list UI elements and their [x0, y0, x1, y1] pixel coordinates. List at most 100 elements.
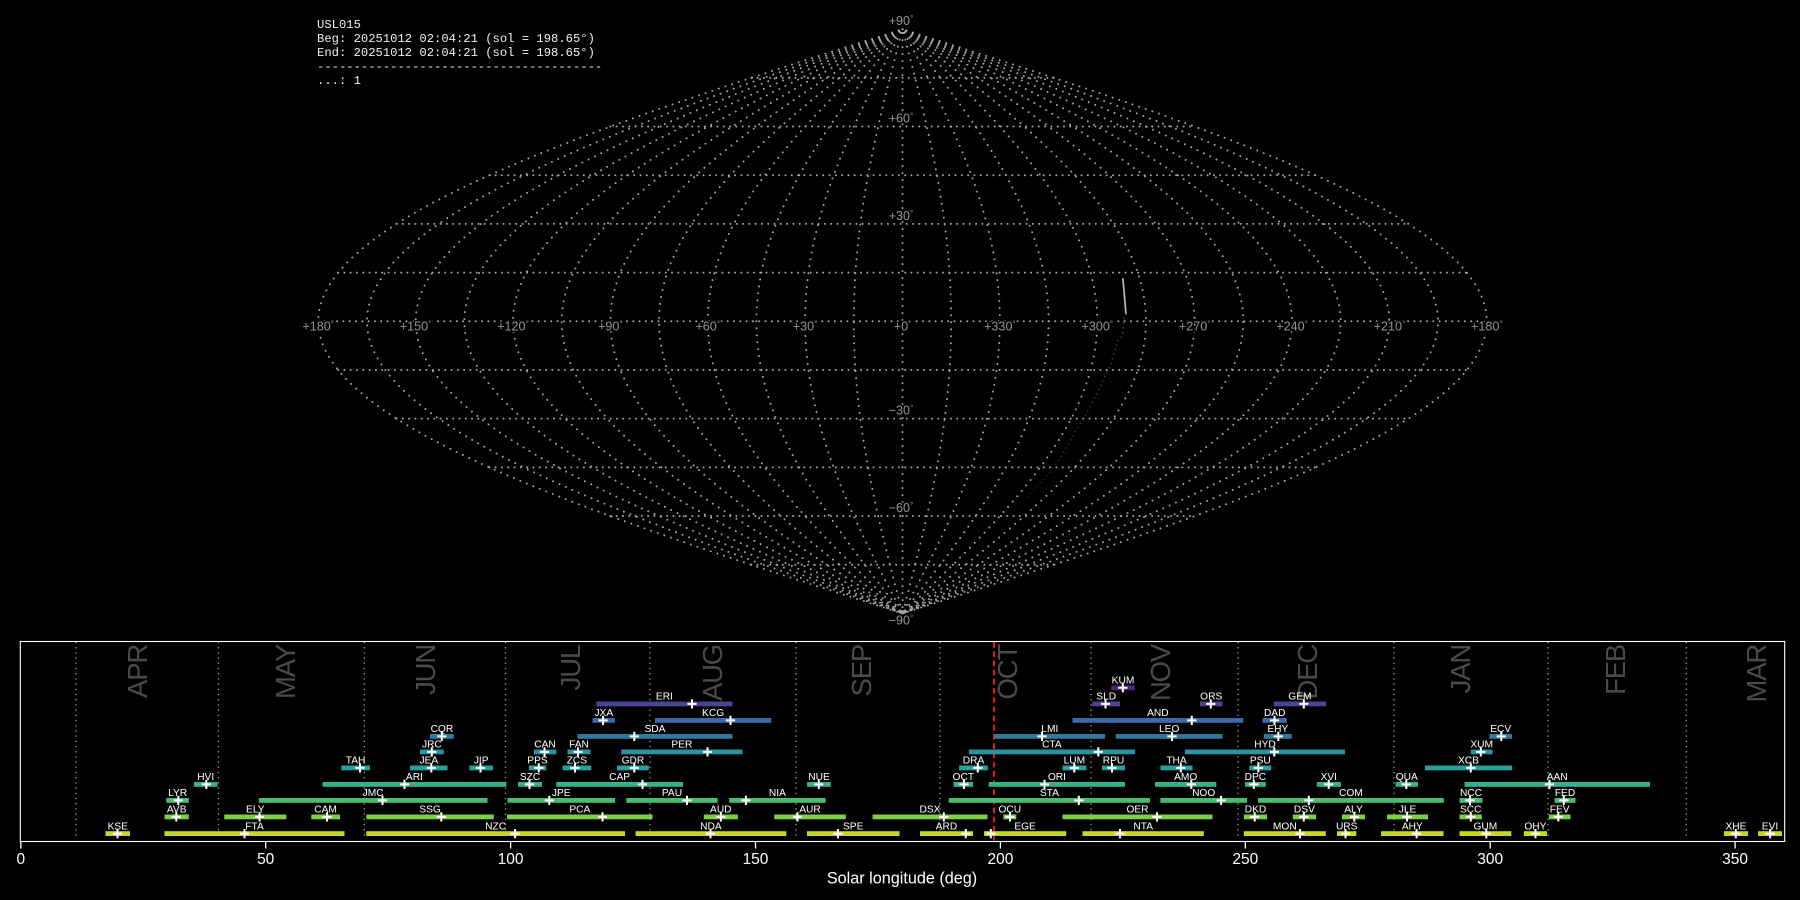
svg-text:XUM: XUM: [1470, 740, 1493, 751]
svg-text:AUD: AUD: [710, 805, 732, 816]
svg-text:JUL: JUL: [555, 644, 586, 690]
svg-text:JUN: JUN: [410, 645, 441, 695]
svg-text:DSX: DSX: [920, 805, 941, 816]
svg-text:EGE: EGE: [1014, 821, 1036, 832]
svg-text:SCC: SCC: [1460, 805, 1482, 816]
svg-text:AAN: AAN: [1547, 772, 1568, 783]
svg-text:PSU: PSU: [1250, 756, 1271, 767]
svg-text:SEP: SEP: [846, 645, 877, 696]
svg-text:DRA: DRA: [963, 756, 985, 767]
svg-text:+90°: +90°: [889, 14, 914, 28]
svg-text:------------------------------: ---------------------------------------: [317, 60, 602, 74]
svg-text:LUM: LUM: [1064, 756, 1086, 767]
svg-text:JPE: JPE: [552, 788, 571, 799]
svg-text:NTA: NTA: [1133, 821, 1153, 832]
svg-text:0: 0: [16, 851, 25, 868]
svg-text:+210°: +210°: [1374, 320, 1406, 334]
svg-text:XVI: XVI: [1321, 772, 1337, 783]
svg-text:+300°: +300°: [1081, 320, 1113, 334]
svg-text:SPE: SPE: [843, 821, 864, 832]
svg-text:+150°: +150°: [400, 320, 432, 334]
svg-text:300: 300: [1477, 851, 1503, 868]
svg-text:NOV: NOV: [1145, 643, 1176, 701]
svg-text:ECV: ECV: [1490, 724, 1511, 735]
svg-text:200: 200: [987, 851, 1013, 868]
svg-text:OCU: OCU: [998, 805, 1021, 816]
svg-text:MAR: MAR: [1741, 645, 1772, 703]
svg-text:GDR: GDR: [622, 756, 645, 767]
svg-text:DPC: DPC: [1245, 772, 1267, 783]
svg-text:JXA: JXA: [594, 708, 613, 719]
svg-text:...: 1: ...: 1: [317, 74, 361, 88]
svg-text:KUM: KUM: [1112, 676, 1135, 687]
svg-text:KCG: KCG: [702, 708, 724, 719]
svg-text:ORI: ORI: [1048, 772, 1066, 783]
svg-text:+180°: +180°: [302, 320, 334, 334]
svg-text:FAN: FAN: [569, 740, 589, 751]
svg-text:CQR: CQR: [431, 724, 454, 735]
svg-text:OCT: OCT: [953, 772, 975, 783]
svg-text:−60°: −60°: [889, 501, 914, 515]
svg-text:NZC: NZC: [485, 821, 506, 832]
svg-text:250: 250: [1232, 851, 1258, 868]
svg-text:SSG: SSG: [419, 805, 441, 816]
svg-text:HYD: HYD: [1254, 740, 1276, 751]
svg-text:LYR: LYR: [168, 788, 187, 799]
svg-text:KSE: KSE: [108, 821, 129, 832]
svg-text:AUG: AUG: [697, 645, 728, 701]
svg-text:HVI: HVI: [197, 772, 214, 783]
svg-text:+60°: +60°: [889, 112, 914, 126]
svg-text:OER: OER: [1126, 805, 1148, 816]
svg-text:FEV: FEV: [1550, 805, 1570, 816]
svg-text:+90°: +90°: [598, 320, 623, 334]
svg-text:NDA: NDA: [700, 821, 722, 832]
svg-text:−30°: −30°: [889, 404, 914, 418]
svg-text:+270°: +270°: [1179, 320, 1211, 334]
svg-text:End: 20251012 02:04:21 (sol =: End: 20251012 02:04:21 (sol = 198.65°): [317, 46, 595, 60]
svg-text:PAU: PAU: [662, 788, 682, 799]
svg-text:ZCS: ZCS: [567, 756, 588, 767]
svg-text:PPS: PPS: [527, 756, 548, 767]
svg-text:350: 350: [1722, 851, 1748, 868]
svg-text:CAP: CAP: [609, 772, 630, 783]
svg-text:RPU: RPU: [1103, 756, 1125, 767]
svg-text:+330°: +330°: [984, 320, 1016, 334]
svg-text:SZC: SZC: [520, 772, 540, 783]
svg-text:TAH: TAH: [346, 756, 366, 767]
svg-text:NOO: NOO: [1192, 788, 1215, 799]
svg-text:−90°: −90°: [889, 613, 914, 627]
svg-text:OCT: OCT: [992, 644, 1023, 700]
svg-text:OHY: OHY: [1524, 821, 1546, 832]
svg-text:+60°: +60°: [695, 320, 720, 334]
svg-text:+120°: +120°: [497, 320, 529, 334]
svg-text:EVI: EVI: [1762, 821, 1778, 832]
svg-text:JAN: JAN: [1445, 645, 1476, 693]
svg-text:GUM: GUM: [1474, 821, 1498, 832]
svg-text:Beg: 20251012 02:04:21 (sol =: Beg: 20251012 02:04:21 (sol = 198.65°): [317, 32, 595, 46]
svg-text:+180°: +180°: [1471, 320, 1503, 334]
svg-text:AVB: AVB: [167, 805, 187, 816]
svg-text:USL015: USL015: [317, 18, 361, 32]
svg-text:AMO: AMO: [1174, 772, 1197, 783]
svg-text:URS: URS: [1336, 821, 1358, 832]
svg-text:APR: APR: [122, 645, 153, 698]
svg-text:XCB: XCB: [1458, 756, 1479, 767]
svg-text:GEM: GEM: [1288, 692, 1311, 703]
svg-text:LMI: LMI: [1041, 724, 1058, 735]
svg-text:JRC: JRC: [422, 740, 442, 751]
svg-text:Solar longitude (deg): Solar longitude (deg): [827, 870, 977, 888]
svg-text:150: 150: [743, 851, 769, 868]
svg-text:AUR: AUR: [799, 805, 821, 816]
svg-text:MAY: MAY: [270, 644, 301, 699]
svg-text:AND: AND: [1147, 708, 1169, 719]
svg-text:+30°: +30°: [889, 209, 914, 223]
svg-text:DSV: DSV: [1294, 805, 1315, 816]
svg-text:THA: THA: [1166, 756, 1187, 767]
svg-text:QUA: QUA: [1396, 772, 1418, 783]
svg-text:XHE: XHE: [1726, 821, 1747, 832]
svg-text:JEA: JEA: [419, 756, 438, 767]
svg-text:NCC: NCC: [1460, 788, 1482, 799]
svg-text:SLD: SLD: [1096, 692, 1116, 703]
svg-text:50: 50: [257, 851, 275, 868]
svg-text:+240°: +240°: [1276, 320, 1308, 334]
